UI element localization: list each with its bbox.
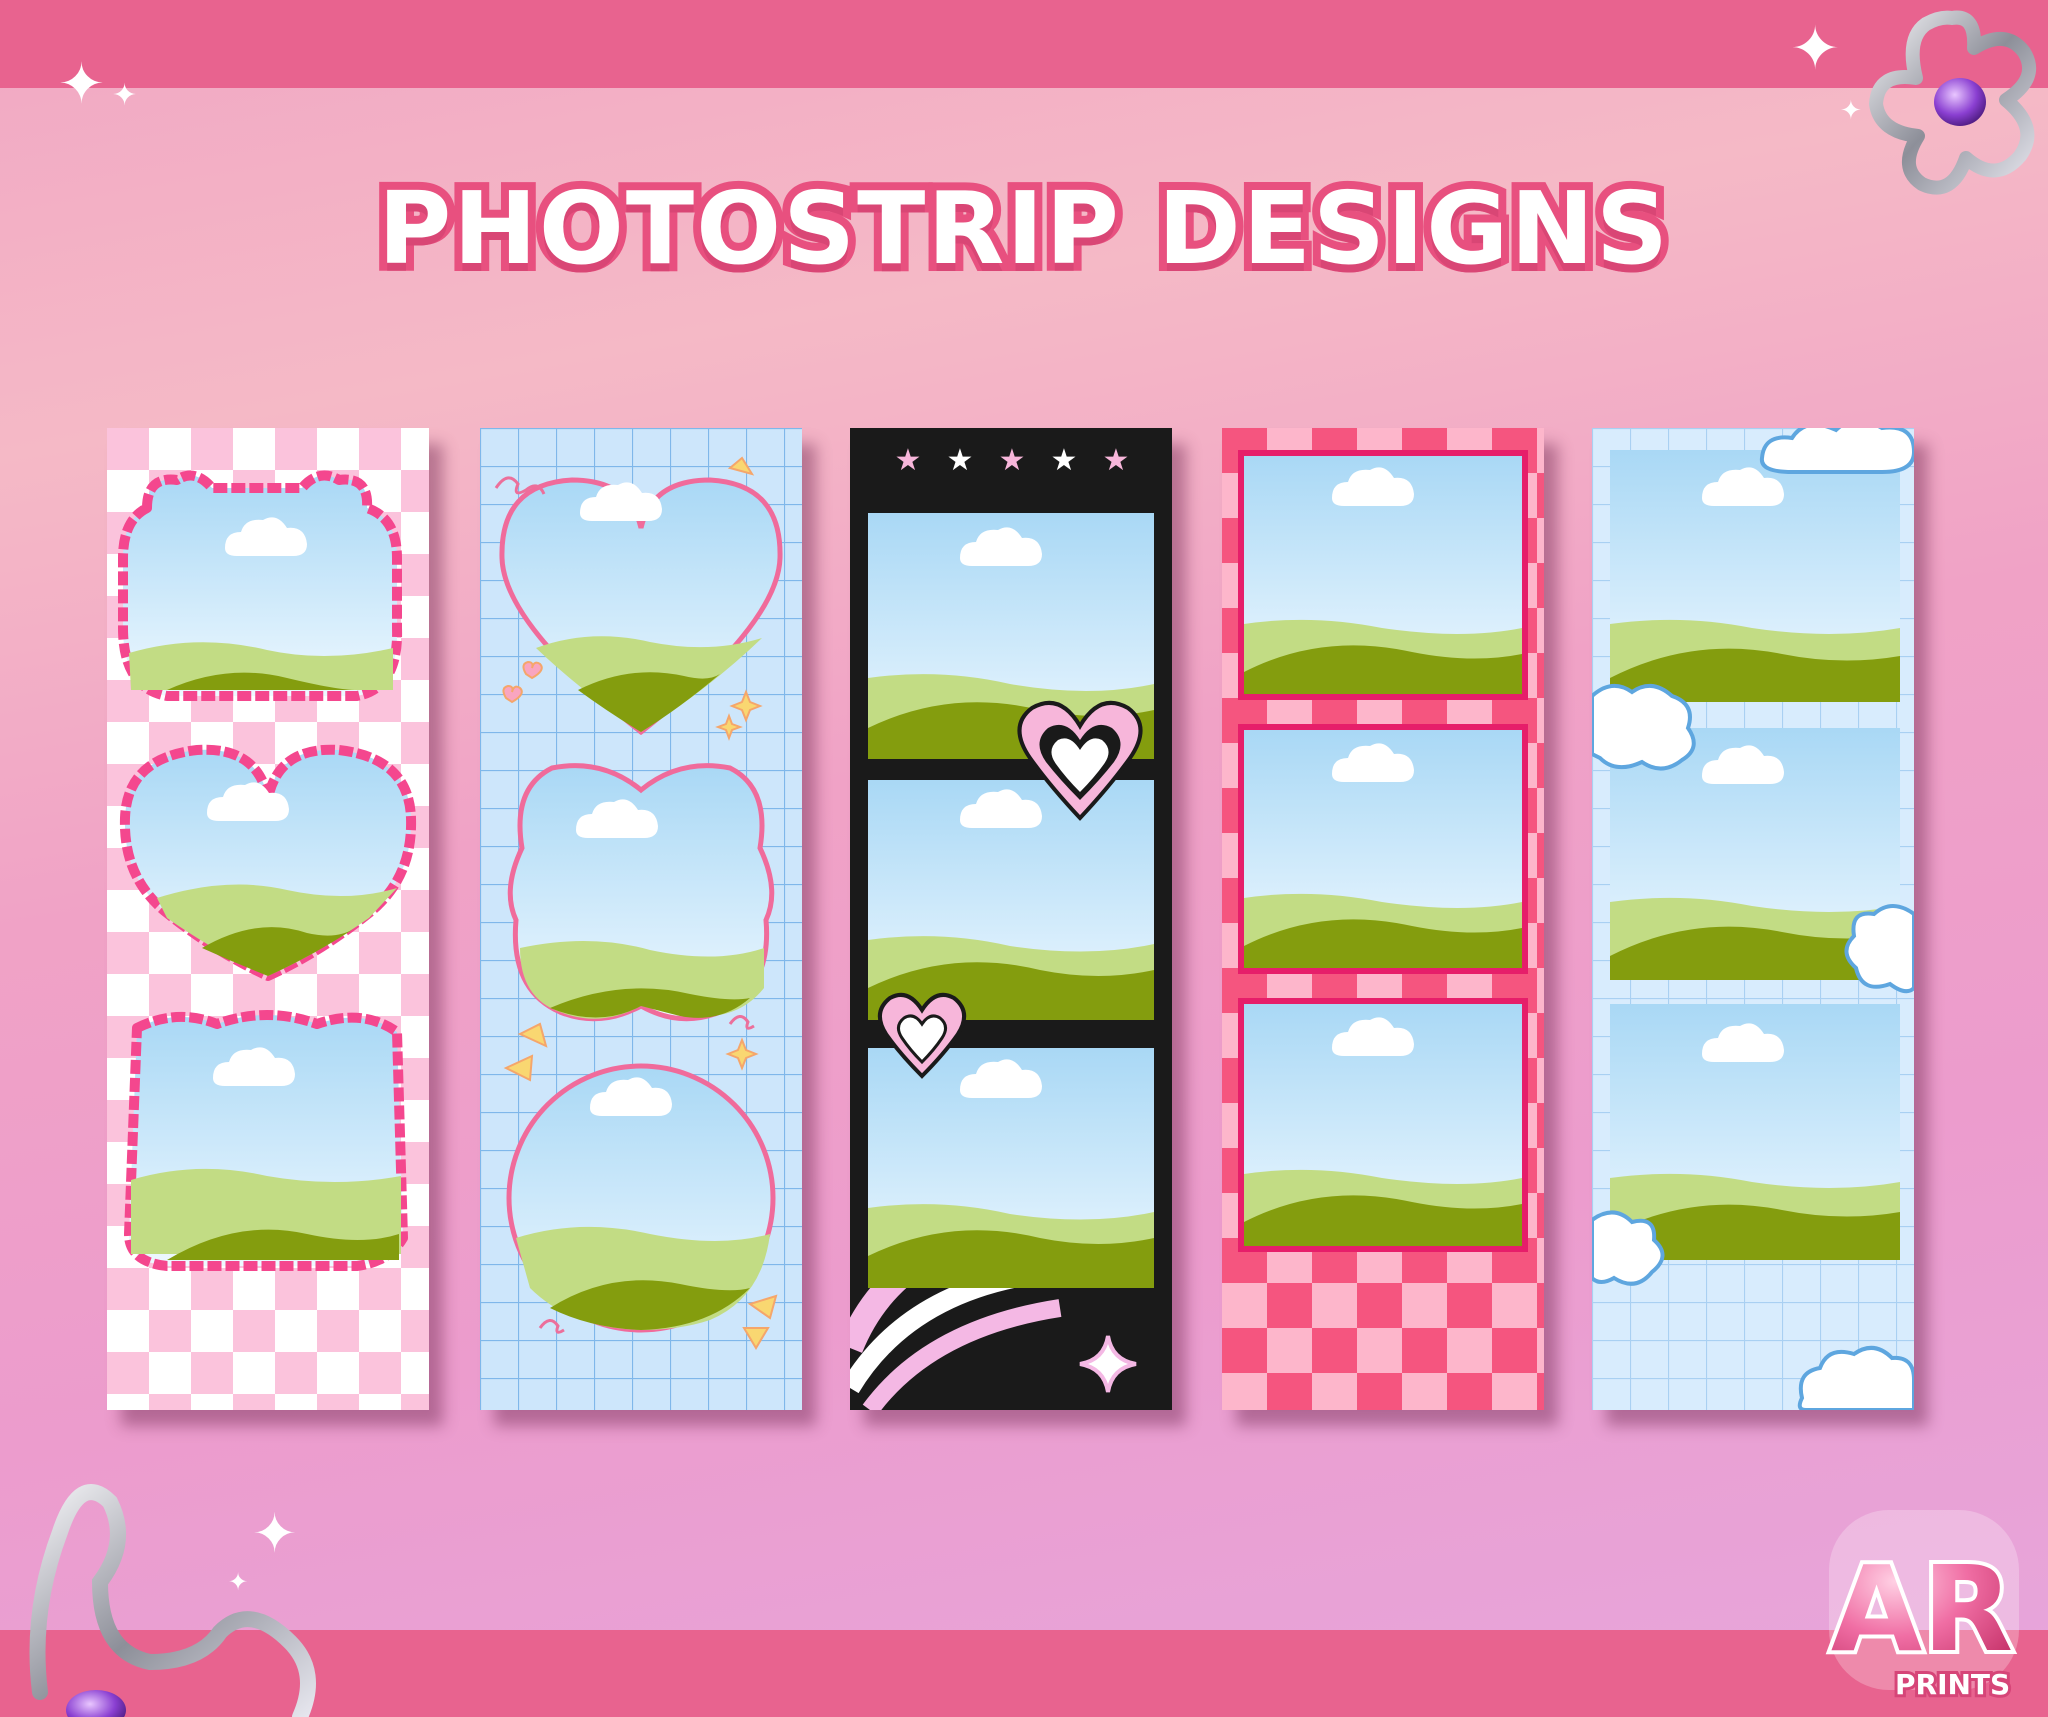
photostrip-1	[107, 428, 429, 1410]
photo-frame-rect	[1238, 724, 1528, 974]
photo-frame-rect	[868, 780, 1154, 1020]
svg-text:★: ★	[1103, 443, 1130, 478]
photostrip-4	[1222, 428, 1544, 1410]
svg-text:★: ★	[1051, 443, 1078, 478]
photostrip-2	[480, 428, 802, 1410]
chrome-flower-icon	[1869, 10, 2037, 195]
photo-frame-rect	[868, 1048, 1154, 1288]
photo-frame-rect	[1610, 1004, 1900, 1260]
photo-frame-square	[124, 1010, 408, 1271]
logo-label: PRINTS	[1892, 1665, 2013, 1704]
photo-frame-cloud-top	[118, 470, 403, 701]
page-title: PHOTOSTRIP DESIGNS	[370, 162, 1676, 295]
svg-text:★: ★	[947, 443, 974, 478]
top-band	[0, 0, 2048, 88]
photo-frame-rect	[1238, 998, 1528, 1252]
photo-frame-rect	[1238, 450, 1528, 700]
sparkle-icon: ✦	[1790, 14, 1841, 84]
photostrip-5	[1592, 428, 1914, 1410]
sparkle-icon: ✦	[112, 78, 138, 113]
svg-text:★: ★	[999, 443, 1026, 478]
chrome-wave-icon	[29, 1484, 316, 1717]
photo-frame-rect	[1610, 450, 1900, 702]
logo-monogram: AR	[1831, 1540, 2013, 1678]
photo-frame-circle	[506, 1063, 776, 1333]
sparkle-icon: ✦	[58, 52, 105, 117]
photo-frame-flower	[507, 763, 775, 1022]
photostrip-3: ★ ★ ★ ★ ★	[850, 428, 1172, 1410]
svg-text:★: ★	[895, 443, 922, 478]
